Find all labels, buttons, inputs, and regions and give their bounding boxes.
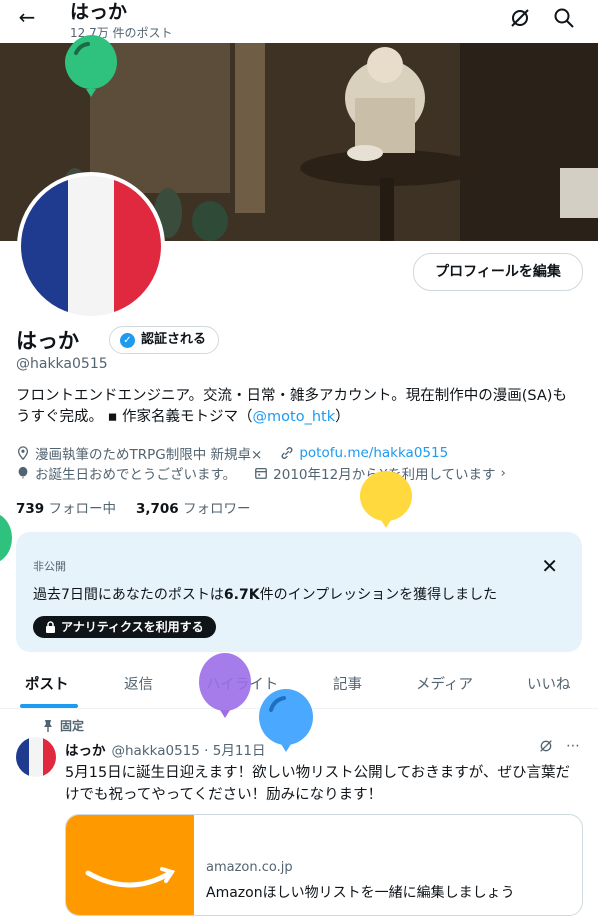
amazon-logo-image <box>66 815 194 915</box>
amazon-smile-icon <box>85 867 176 888</box>
location-pin-icon <box>17 446 29 460</box>
impressions-count: 6.7K <box>223 587 260 603</box>
followers-count: 3,706 <box>135 501 179 517</box>
bio-mention-link[interactable]: @moto_htk <box>253 409 336 425</box>
tab-media[interactable]: メディア <box>416 673 473 694</box>
green-balloon-icon <box>65 35 117 97</box>
profile-avatar[interactable] <box>17 172 165 320</box>
website-item: potofu.me/hakka0515 <box>280 445 448 461</box>
message-pre: 過去7日間にあなたのポストは <box>33 587 224 603</box>
tab-likes[interactable]: いいね <box>527 673 571 694</box>
verified-badge-icon: ✓ <box>120 332 135 348</box>
message-post: 件のインプレッションを獲得しました <box>259 587 498 603</box>
follow-stats: 739 フォロー中 3,706 フォロワー <box>16 497 250 517</box>
analytics-button[interactable]: アナリティクスを利用する <box>33 616 216 638</box>
chevron-right-icon: › <box>500 465 506 481</box>
active-tab-indicator <box>20 704 78 708</box>
location-text: 漫画執筆のためTRPG制限中 新規卓× <box>35 447 263 463</box>
flag-white-stripe <box>67 176 115 316</box>
yellow-balloon-icon <box>360 471 412 528</box>
following-count: 739 <box>16 501 45 517</box>
tab-articles[interactable]: 記事 <box>333 673 362 694</box>
get-verified-button[interactable]: ✓ 認証される <box>109 326 220 354</box>
pinned-label: 固定 <box>60 719 85 733</box>
edit-profile-button[interactable]: プロフィールを編集 <box>413 253 583 291</box>
purple-balloon-icon <box>199 653 251 718</box>
flag-red-stripe <box>42 737 56 777</box>
post-header: はっか @hakka0515 · 5月11日 <box>65 739 266 759</box>
followers-label: フォロワー <box>182 501 251 517</box>
more-options-icon[interactable]: ⋯ <box>566 738 580 754</box>
profile-bio: フロントエンドエンジニア。交流・日常・雑多アカウント。現在制作中の漫画(SA)も… <box>16 386 576 428</box>
profile-handle: @hakka0515 <box>16 356 108 372</box>
lock-icon <box>46 621 55 633</box>
green-balloon-edge-icon <box>0 514 12 562</box>
grok-icon[interactable] <box>508 6 532 30</box>
pinned-indicator: 固定 <box>43 717 84 734</box>
post-actions: ⋯ <box>538 738 580 754</box>
birthday-text: お誕生日おめでとうございます。 <box>35 467 237 483</box>
link-icon <box>281 447 293 459</box>
post-avatar[interactable] <box>16 737 56 777</box>
analytics-notice: 非公開 ✕ 過去7日間にあなたのポストは6.7K件のインプレッションを獲得しまし… <box>16 532 582 652</box>
close-icon[interactable]: ✕ <box>541 554 558 578</box>
back-arrow-icon[interactable]: ← <box>14 4 40 30</box>
verified-label: 認証される <box>141 332 207 347</box>
tab-replies[interactable]: 返信 <box>124 673 153 694</box>
pin-icon <box>44 719 52 732</box>
post-handle-date[interactable]: @hakka0515 · 5月11日 <box>112 739 266 759</box>
profile-name: はっか <box>16 329 79 353</box>
calendar-icon <box>255 467 268 479</box>
balloon-icon <box>18 466 28 479</box>
profile-meta-row-1: 漫画執筆のためTRPG制限中 新規卓× potofu.me/hakka0515 <box>16 443 448 463</box>
card-domain: amazon.co.jp <box>206 860 293 875</box>
impressions-message: 過去7日間にあなたのポストは6.7K件のインプレッションを獲得しました <box>33 584 497 604</box>
post-text: 5月15日に誕生日迎えます！欲しい物リスト公開しておきますが、ぜひ言葉だけでも祝… <box>65 765 571 803</box>
card-title: Amazonほしい物リストを一緒に編集しましょう <box>206 885 515 901</box>
post-author[interactable]: はっか <box>65 739 106 759</box>
following-label: フォロー中 <box>48 501 116 517</box>
following-link[interactable]: 739 フォロー中 <box>16 497 116 517</box>
profile-meta-row-2: お誕生日おめでとうございます。 2010年12月からXを利用しています › <box>16 463 506 483</box>
bio-end: ） <box>335 409 350 425</box>
grok-icon[interactable] <box>538 738 554 754</box>
analytics-button-label: アナリティクスを利用する <box>61 620 204 634</box>
blue-balloon-icon <box>259 689 313 752</box>
followers-link[interactable]: 3,706 フォロワー <box>136 497 251 517</box>
flag-white-stripe <box>29 737 43 777</box>
website-link[interactable]: potofu.me/hakka0515 <box>299 445 448 461</box>
tab-posts[interactable]: ポスト <box>25 673 69 694</box>
search-icon[interactable] <box>552 6 576 30</box>
location-item: 漫画執筆のためTRPG制限中 新規卓× <box>16 443 262 463</box>
private-label: 非公開 <box>33 560 66 573</box>
header-title: はっか <box>70 1 128 23</box>
flag-blue-stripe <box>16 737 30 777</box>
birthday-item: お誕生日おめでとうございます。 <box>16 463 236 483</box>
